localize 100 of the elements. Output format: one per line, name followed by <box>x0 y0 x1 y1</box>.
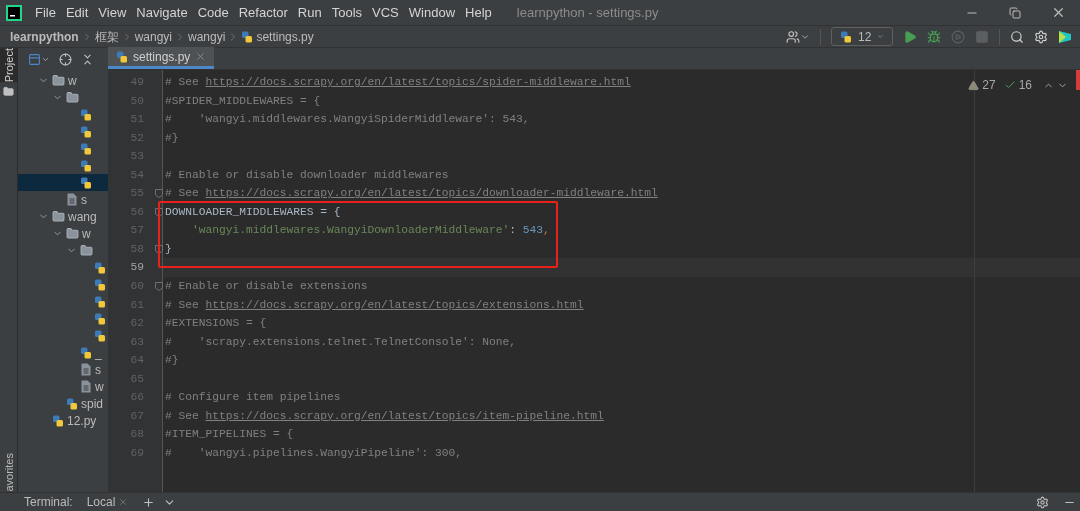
python-file-icon <box>94 312 106 325</box>
python-file-icon <box>80 108 92 121</box>
breadcrumb-item[interactable]: learnpython <box>10 27 79 46</box>
code-line: # 'scrapy.extensions.telnet.TelnetConsole': None, <box>164 334 517 350</box>
code-line: #} <box>164 353 179 369</box>
close-icon[interactable] <box>1051 5 1066 20</box>
weak-warning-count[interactable]: 16 <box>1018 76 1032 94</box>
run-icon[interactable] <box>903 29 917 44</box>
tree-item[interactable]: w <box>18 72 108 89</box>
menu-item[interactable]: Run <box>292 2 327 23</box>
python-file-icon <box>80 142 92 155</box>
code-line: # Enable or disable extensions <box>164 279 368 294</box>
tree-label: s <box>95 361 101 379</box>
folder-icon <box>52 74 65 87</box>
tree-item[interactable]: wang <box>18 208 108 225</box>
code-line: # Enable or disable downloader middlewares <box>164 167 449 183</box>
fold-marker-icon[interactable] <box>155 189 163 199</box>
tree-label: s <box>81 191 87 209</box>
folder-icon <box>80 244 93 257</box>
window-title: learnpython - settings.py <box>516 3 659 22</box>
line-number: 59 <box>129 260 145 276</box>
breadcrumb-item[interactable]: wangyi <box>134 27 173 46</box>
code-line: DOWNLOADER_MIDDLEWARES = { <box>164 204 341 220</box>
menu-item[interactable]: Navigate <box>131 2 193 23</box>
menu-item[interactable]: File <box>30 2 61 23</box>
code-line: # See https://docs.scrapy.org/en/latest/topics/item-pipeline.html <box>164 408 604 424</box>
users-icon[interactable] <box>786 29 800 44</box>
menu-item[interactable]: View <box>93 2 132 23</box>
check-icon[interactable] <box>1003 79 1016 91</box>
code-line: #SPIDER_MIDDLEWARES = { <box>164 93 321 109</box>
plugin-logo-icon[interactable] <box>1058 29 1072 44</box>
run-config-dropdown[interactable]: 12 <box>831 27 893 46</box>
restore-icon[interactable] <box>1009 6 1021 19</box>
code-line: # See https://docs.scrapy.org/en/latest/topics/downloader-middleware.html <box>164 186 658 202</box>
app-logo-icon <box>6 4 22 21</box>
fold-marker-icon[interactable] <box>155 281 163 291</box>
tree-item[interactable] <box>18 174 108 191</box>
collapse-icon[interactable] <box>81 52 94 66</box>
breadcrumb-item[interactable]: settings.py <box>241 27 314 46</box>
text-file-icon <box>80 363 92 376</box>
code-line: # Configure item pipelines <box>164 390 341 406</box>
menu-item[interactable]: Tools <box>326 2 368 23</box>
code-line: # 'wangyi.middlewares.WangyiSpiderMiddleware': 543, <box>164 112 530 128</box>
python-file-icon <box>80 346 92 359</box>
side-tab[interactable]: Project <box>0 48 18 83</box>
menu-item[interactable]: Edit <box>60 2 94 23</box>
tree-item[interactable]: _ <box>18 344 108 361</box>
side-tab[interactable]: avorites <box>0 453 18 492</box>
locate-icon[interactable] <box>59 52 72 66</box>
panel-icon[interactable] <box>28 52 41 66</box>
settings-icon[interactable] <box>1034 29 1048 44</box>
menu-item[interactable]: Window <box>403 2 461 23</box>
menu-item[interactable]: Help <box>460 2 497 23</box>
tab-label: settings.py <box>133 48 191 66</box>
tree-item[interactable]: w <box>18 225 108 242</box>
folder-icon <box>3 86 14 98</box>
bug-icon[interactable] <box>927 29 941 44</box>
python-icon <box>840 30 852 43</box>
tree-label: wang <box>68 208 97 226</box>
code-line: #ITEM_PIPELINES = { <box>164 427 294 443</box>
editor-tab[interactable]: settings.py <box>108 47 215 69</box>
tree-item[interactable]: s <box>18 191 108 208</box>
python-file-icon <box>52 414 64 427</box>
menu-item[interactable]: Refactor <box>233 2 293 23</box>
tree-label: w <box>82 225 91 243</box>
code-line: #EXTENSIONS = { <box>164 316 267 332</box>
breadcrumb-item[interactable]: wangyi <box>188 27 226 46</box>
warning-count[interactable]: 27 <box>982 76 996 94</box>
code-line: } <box>164 241 172 257</box>
terminal-label: Terminal: <box>24 494 73 511</box>
tree-item[interactable]: w <box>18 378 108 395</box>
code-line: # See https://docs.scrapy.org/en/latest/topics/spider-middleware.html <box>164 75 631 90</box>
python-file-icon <box>66 397 78 410</box>
python-file-icon <box>241 30 254 43</box>
code-line: 'wangyi.middlewares.WangyiDownloaderMiddleware': 543, <box>191 223 550 239</box>
menu-item[interactable]: Code <box>192 2 234 23</box>
text-file-icon <box>66 193 78 206</box>
python-file-icon <box>94 261 106 274</box>
search-icon[interactable] <box>1010 29 1024 44</box>
menu-item[interactable]: VCS <box>367 2 404 23</box>
warning-icon[interactable] <box>968 79 980 91</box>
breadcrumb-item[interactable]: 框架 <box>94 27 119 46</box>
tree-item[interactable]: s <box>18 361 108 378</box>
tree-label: _ <box>95 344 102 362</box>
tree-item[interactable]: spid <box>18 395 108 412</box>
python-file-icon <box>80 159 92 172</box>
python-file-icon <box>80 125 92 138</box>
python-file-icon <box>80 176 92 189</box>
add-icon[interactable] <box>142 495 156 509</box>
settings-icon[interactable] <box>1036 495 1049 509</box>
code-line: # See https://docs.scrapy.org/en/latest/topics/extensions.html <box>164 297 584 313</box>
folder-icon <box>66 227 79 240</box>
tree-label: 12.py <box>67 412 97 430</box>
text-file-icon <box>80 380 92 393</box>
fold-marker-icon[interactable] <box>155 244 163 254</box>
code-line: #} <box>164 130 179 146</box>
tree-item[interactable]: 12.py <box>18 412 108 429</box>
terminal-tab[interactable]: Local <box>86 493 129 511</box>
fold-marker-icon[interactable] <box>155 207 163 217</box>
tree-label: spid <box>81 395 103 413</box>
